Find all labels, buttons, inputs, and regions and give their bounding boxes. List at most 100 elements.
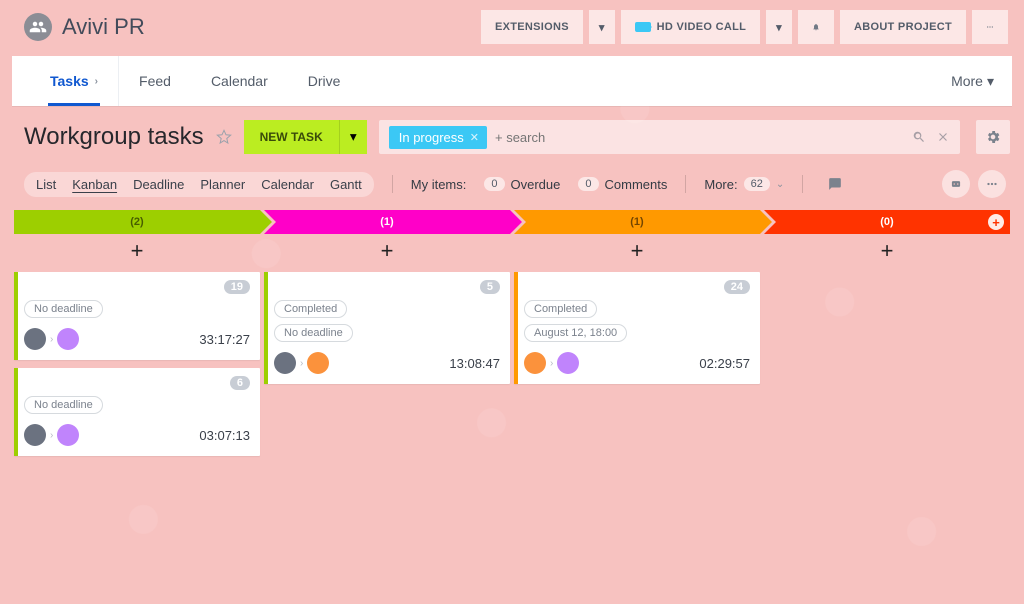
tab-tasks[interactable]: Tasks› <box>30 56 119 106</box>
video-call-dropdown[interactable]: ▾ <box>766 10 792 44</box>
assignees: › <box>274 352 329 374</box>
filter-comments[interactable]: 0 Comments <box>578 177 667 192</box>
column-header[interactable]: (2) <box>14 210 260 234</box>
avatar[interactable] <box>57 424 79 446</box>
tab-calendar[interactable]: Calendar <box>191 56 288 106</box>
search-icon[interactable] <box>912 130 926 144</box>
team-avatar-icon <box>24 13 52 41</box>
new-task-button[interactable]: NEW TASK <box>244 120 339 154</box>
card-stripe <box>264 272 268 384</box>
new-task-dropdown[interactable]: ▾ <box>339 120 367 154</box>
filter-chip-in-progress[interactable]: In progress✕ <box>389 126 487 149</box>
column-header[interactable]: (1) <box>514 210 760 234</box>
time-tracked: 33:17:27 <box>199 332 250 347</box>
page-header: Workgroup tasks NEW TASK ▾ In progress✕ <box>0 106 1024 160</box>
tab-feed[interactable]: Feed <box>119 56 191 106</box>
caret-down-icon: ▾ <box>987 73 994 90</box>
view-kanban[interactable]: Kanban <box>72 177 117 192</box>
deadline-pill: No deadline <box>24 396 103 414</box>
view-deadline[interactable]: Deadline <box>133 177 184 192</box>
task-card[interactable]: 24 Completed August 12, 18:00 › 02:29:57 <box>514 272 760 384</box>
completed-pill: Completed <box>524 300 597 318</box>
deadline-pill: No deadline <box>274 324 353 342</box>
top-bar: Avivi PR EXTENSIONS ▾ HD VIDEO CALL ▾ AB… <box>0 0 1024 56</box>
time-tracked: 13:08:47 <box>449 356 500 371</box>
card-number-badge: 6 <box>230 376 250 390</box>
add-column-button[interactable]: + <box>988 214 1004 230</box>
time-tracked: 02:29:57 <box>699 356 750 371</box>
add-card-button[interactable]: + <box>514 234 760 272</box>
deadline-pill: No deadline <box>24 300 103 318</box>
card-stripe <box>14 272 18 360</box>
filter-overdue[interactable]: 0 Overdue <box>484 177 560 192</box>
chat-icon-button[interactable] <box>821 170 849 198</box>
kanban-column: (0)+ + <box>764 210 1010 464</box>
avatar[interactable] <box>307 352 329 374</box>
settings-button[interactable] <box>976 120 1010 154</box>
avatar[interactable] <box>24 328 46 350</box>
add-card-button[interactable]: + <box>764 234 1010 272</box>
favorite-star-icon[interactable] <box>216 129 232 145</box>
add-card-button[interactable]: + <box>14 234 260 272</box>
kanban-board: (2) + 19 No deadline › 33:17:27 6 No dea… <box>0 206 1024 464</box>
kanban-column: (1) + 24 Completed August 12, 18:00 › 02… <box>514 210 760 464</box>
add-card-button[interactable]: + <box>264 234 510 272</box>
notifications-button[interactable] <box>798 10 834 44</box>
kanban-column: (1) + 5 Completed No deadline › 13:08:47 <box>264 210 510 464</box>
toolbar: List Kanban Deadline Planner Calendar Ga… <box>0 160 1024 206</box>
card-number-badge: 19 <box>224 280 250 294</box>
video-call-button[interactable]: HD VIDEO CALL <box>621 10 760 44</box>
view-calendar[interactable]: Calendar <box>261 177 314 192</box>
team-name: Avivi PR <box>62 14 145 40</box>
card-stripe <box>514 272 518 384</box>
search-input[interactable] <box>495 130 904 145</box>
search-bar[interactable]: In progress✕ <box>379 120 960 154</box>
my-items-label: My items: <box>411 177 467 192</box>
view-planner[interactable]: Planner <box>200 177 245 192</box>
extensions-dropdown[interactable]: ▾ <box>589 10 615 44</box>
completed-pill: Completed <box>274 300 347 318</box>
chevron-right-icon: › <box>300 358 303 369</box>
clear-search-icon[interactable] <box>936 130 950 144</box>
card-stripe <box>14 368 18 456</box>
separator <box>685 175 686 193</box>
view-list[interactable]: List <box>36 177 56 192</box>
deadline-pill: August 12, 18:00 <box>524 324 627 342</box>
chevron-right-icon: › <box>95 76 98 87</box>
filter-more[interactable]: More: 62 ⌄ <box>704 177 784 192</box>
chevron-right-icon: › <box>50 334 53 345</box>
remove-chip-icon[interactable]: ✕ <box>470 131 479 144</box>
assignees: › <box>24 328 79 350</box>
assignees: › <box>524 352 579 374</box>
avatar[interactable] <box>274 352 296 374</box>
about-project-button[interactable]: ABOUT PROJECT <box>840 10 966 44</box>
overflow-icon-button[interactable] <box>978 170 1006 198</box>
page-title: Workgroup tasks <box>24 123 204 151</box>
robot-icon-button[interactable] <box>942 170 970 198</box>
more-menu-button[interactable] <box>972 10 1008 44</box>
chevron-right-icon: › <box>50 430 53 441</box>
avatar[interactable] <box>524 352 546 374</box>
card-number-badge: 24 <box>724 280 750 294</box>
time-tracked: 03:07:13 <box>199 428 250 443</box>
extensions-button[interactable]: EXTENSIONS <box>481 10 583 44</box>
task-card[interactable]: 6 No deadline › 03:07:13 <box>14 368 260 456</box>
separator <box>802 175 803 193</box>
avatar[interactable] <box>24 424 46 446</box>
avatar[interactable] <box>57 328 79 350</box>
tab-drive[interactable]: Drive <box>288 56 361 106</box>
task-card[interactable]: 5 Completed No deadline › 13:08:47 <box>264 272 510 384</box>
chevron-down-icon: ⌄ <box>776 179 784 190</box>
separator <box>392 175 393 193</box>
column-header[interactable]: (1) <box>264 210 510 234</box>
kanban-column: (2) + 19 No deadline › 33:17:27 6 No dea… <box>14 210 260 464</box>
assignees: › <box>24 424 79 446</box>
avatar[interactable] <box>557 352 579 374</box>
camera-icon <box>635 22 651 32</box>
main-tabs: Tasks› Feed Calendar Drive More▾ <box>12 56 1012 106</box>
task-card[interactable]: 19 No deadline › 33:17:27 <box>14 272 260 360</box>
column-header[interactable]: (0)+ <box>764 210 1010 234</box>
view-gantt[interactable]: Gantt <box>330 177 362 192</box>
tab-more[interactable]: More▾ <box>951 73 994 90</box>
card-number-badge: 5 <box>480 280 500 294</box>
